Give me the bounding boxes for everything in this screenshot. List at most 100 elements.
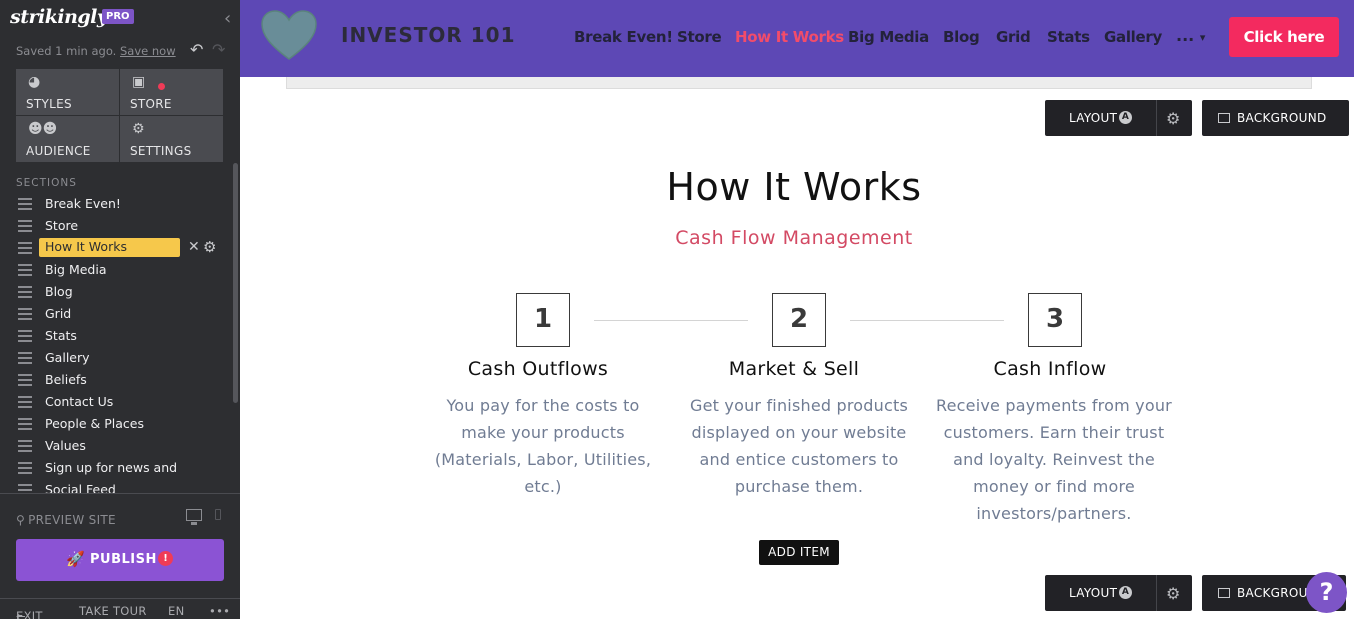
settings-tile-label: SETTINGS bbox=[130, 144, 192, 158]
nav-link[interactable]: Break Even! bbox=[574, 28, 673, 46]
step-title-1[interactable]: Cash Outflows bbox=[418, 358, 658, 380]
section-item[interactable]: How It Works ✕ ⚙ bbox=[0, 237, 232, 259]
step-desc-3[interactable]: Receive payments from your customers. Ea… bbox=[934, 392, 1174, 527]
layout-button[interactable]: LAYOUT bbox=[1069, 111, 1117, 125]
drag-handle-icon[interactable] bbox=[18, 440, 32, 452]
section-item-label: Store bbox=[45, 218, 79, 233]
nav-link[interactable]: Stats bbox=[1047, 28, 1090, 46]
strikingly-logo[interactable]: strikingly bbox=[10, 6, 108, 28]
drag-handle-icon[interactable] bbox=[18, 264, 32, 276]
drag-handle-icon[interactable] bbox=[18, 198, 32, 210]
preview-site-label: PREVIEW SITE bbox=[28, 513, 116, 527]
nav-link[interactable]: Store bbox=[677, 28, 722, 46]
publish-button[interactable]: 🚀 PUBLISH ! bbox=[16, 539, 224, 581]
section-item[interactable]: Store bbox=[0, 215, 232, 237]
drag-handle-icon[interactable] bbox=[18, 352, 32, 364]
section-item[interactable]: Big Media bbox=[0, 259, 232, 281]
section-item-label: Beliefs bbox=[45, 372, 87, 387]
help-button[interactable]: ? bbox=[1306, 572, 1347, 613]
nav-link[interactable]: Big Media bbox=[848, 28, 929, 46]
nav-link[interactable]: Grid bbox=[996, 28, 1031, 46]
section-item[interactable]: Values bbox=[0, 435, 232, 457]
sidebar-scrollbar[interactable] bbox=[233, 163, 238, 403]
step-number-1[interactable]: 1 bbox=[516, 293, 570, 347]
step-number-2[interactable]: 2 bbox=[772, 293, 826, 347]
nav-link[interactable]: Blog bbox=[943, 28, 980, 46]
drag-handle-icon[interactable] bbox=[18, 220, 32, 232]
step-number-3[interactable]: 3 bbox=[1028, 293, 1082, 347]
section-item[interactable]: Stats bbox=[0, 325, 232, 347]
gear-icon: ⚙ bbox=[132, 121, 145, 137]
more-options-icon[interactable]: ••• bbox=[209, 604, 230, 618]
section-item[interactable]: Beliefs bbox=[0, 369, 232, 391]
language-selector[interactable]: EN bbox=[168, 604, 184, 618]
section-settings-gear-icon[interactable]: ⚙ bbox=[1166, 584, 1181, 603]
drag-handle-icon[interactable] bbox=[18, 330, 32, 342]
mobile-preview-icon[interactable] bbox=[215, 509, 221, 520]
section-item[interactable]: Grid bbox=[0, 303, 232, 325]
styles-tile[interactable]: ◕ STYLES bbox=[16, 69, 119, 115]
drag-handle-icon[interactable] bbox=[18, 242, 32, 254]
publish-warning-badge: ! bbox=[158, 551, 173, 566]
step-connector bbox=[594, 320, 748, 321]
section-item[interactable]: Social Feed bbox=[0, 479, 232, 493]
settings-tile[interactable]: ⚙ SETTINGS bbox=[120, 116, 223, 162]
section-item[interactable]: Contact Us bbox=[0, 391, 232, 413]
heart-logo-icon[interactable] bbox=[260, 9, 318, 61]
section-title[interactable]: How It Works bbox=[240, 165, 1348, 209]
people-icon: ☻☻ bbox=[28, 121, 58, 137]
site-navbar: INVESTOR 101 Break Even! Store How It Work… bbox=[240, 0, 1354, 77]
section-item[interactable]: Blog bbox=[0, 281, 232, 303]
redo-icon[interactable]: ↷ bbox=[212, 40, 225, 59]
store-tile[interactable]: ▣ STORE bbox=[120, 69, 223, 115]
background-label: BACKGROUND bbox=[1237, 111, 1327, 125]
section-item[interactable]: Gallery bbox=[0, 347, 232, 369]
store-tile-label: STORE bbox=[130, 97, 172, 111]
step-desc-2[interactable]: Get your finished products displayed on … bbox=[679, 392, 919, 500]
section-item[interactable]: Sign up for news and bbox=[0, 457, 232, 479]
saved-text: Saved 1 min ago. bbox=[16, 44, 117, 58]
layout-button[interactable]: LAYOUT bbox=[1069, 586, 1117, 600]
drag-handle-icon[interactable] bbox=[18, 374, 32, 386]
image-icon bbox=[1218, 588, 1230, 598]
section-item[interactable]: Break Even! bbox=[0, 193, 232, 215]
site-title[interactable]: INVESTOR 101 bbox=[341, 23, 515, 47]
take-tour-button[interactable]: TAKE TOUR bbox=[79, 604, 147, 618]
audience-tile[interactable]: ☻☻ AUDIENCE bbox=[16, 116, 119, 162]
section-item-label: Social Feed bbox=[45, 482, 116, 493]
layout-badge: A bbox=[1119, 111, 1132, 124]
undo-icon[interactable]: ↶ bbox=[190, 40, 203, 59]
step-title-3[interactable]: Cash Inflow bbox=[930, 358, 1170, 380]
drag-handle-icon[interactable] bbox=[18, 462, 32, 474]
desktop-preview-icon[interactable] bbox=[186, 509, 202, 525]
section-settings-gear-icon[interactable]: ⚙ bbox=[1166, 109, 1181, 128]
drag-handle-icon[interactable] bbox=[18, 418, 32, 430]
drag-handle-icon[interactable] bbox=[18, 484, 32, 493]
preview-site-button[interactable]: ⚲ PREVIEW SITE bbox=[16, 513, 116, 527]
section-item-label: Stats bbox=[45, 328, 77, 343]
collapse-sidebar-icon[interactable]: ‹ bbox=[224, 8, 231, 29]
exit-label: EXIT bbox=[16, 609, 43, 619]
click-here-button[interactable]: Click here bbox=[1229, 17, 1339, 57]
nav-link[interactable]: Gallery bbox=[1104, 28, 1162, 46]
step-title-2[interactable]: Market & Sell bbox=[674, 358, 914, 380]
section-item-label: Sign up for news and bbox=[45, 460, 178, 475]
delete-section-icon[interactable]: ✕ bbox=[188, 239, 200, 255]
step-desc-1[interactable]: You pay for the costs to make your produ… bbox=[423, 392, 663, 500]
section-gear-icon[interactable]: ⚙ bbox=[203, 238, 216, 256]
drag-handle-icon[interactable] bbox=[18, 286, 32, 298]
section-subtitle[interactable]: Cash Flow Management bbox=[240, 227, 1348, 249]
section-item[interactable]: People & Places bbox=[0, 413, 232, 435]
nav-link[interactable]: How It Works bbox=[735, 28, 844, 46]
editor-sidebar: strikingly PRO ‹ Saved 1 min ago. Save n… bbox=[0, 0, 240, 619]
palette-icon: ◕ bbox=[28, 74, 41, 90]
drag-handle-icon[interactable] bbox=[18, 396, 32, 408]
background-button-top[interactable]: BACKGROUND bbox=[1202, 100, 1349, 136]
save-now-link[interactable]: Save now bbox=[120, 44, 176, 58]
pro-badge: PRO bbox=[102, 9, 134, 24]
more-nav-dropdown[interactable]: ... ▾ bbox=[1176, 26, 1205, 45]
drag-handle-icon[interactable] bbox=[18, 308, 32, 320]
editor-tiles: ◕ STYLES ▣ STORE ☻☻ AUDIENCE ⚙ SETTINGS bbox=[16, 69, 223, 162]
section-list: Break Even! Store How It Works ✕ ⚙ Big Media B… bbox=[0, 193, 232, 493]
add-item-button[interactable]: ADD ITEM bbox=[759, 540, 839, 565]
